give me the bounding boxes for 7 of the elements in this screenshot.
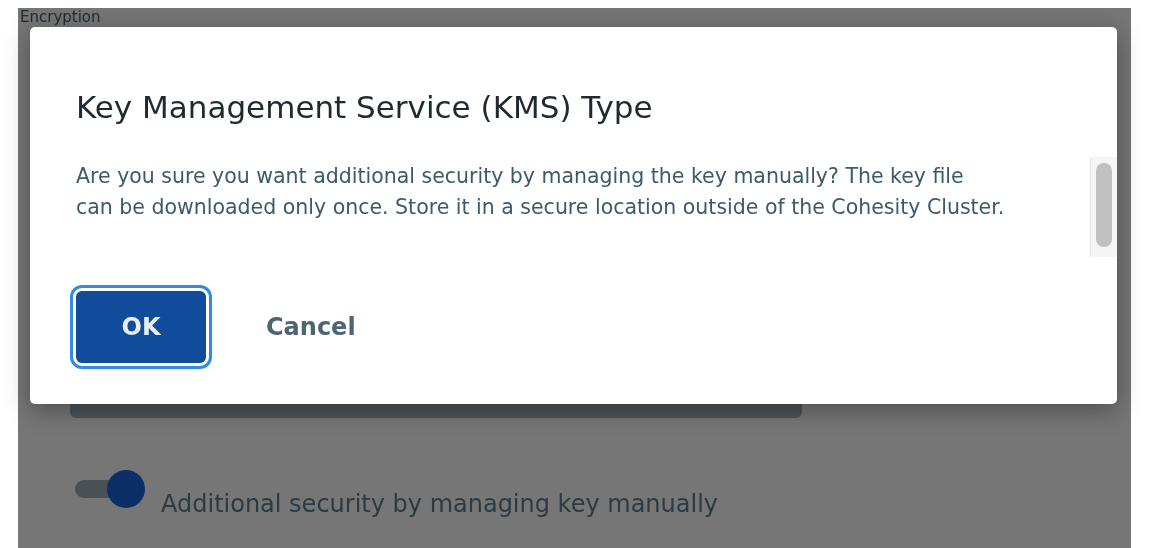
section-heading: Encryption — [20, 8, 101, 26]
scrollbar[interactable] — [1090, 157, 1117, 257]
cancel-button[interactable]: Cancel — [252, 291, 370, 363]
dialog-message: Are you sure you want additional security by managing the key manually? The key file can be downloaded only once. Store it in a secure location outside of the Cohesity Cluster. — [76, 163, 1006, 221]
toggle-label: Additional security by managing key manually — [161, 490, 718, 518]
toggle-switch[interactable] — [73, 470, 147, 508]
dialog-title: Key Management Service (KMS) Type — [76, 88, 654, 127]
